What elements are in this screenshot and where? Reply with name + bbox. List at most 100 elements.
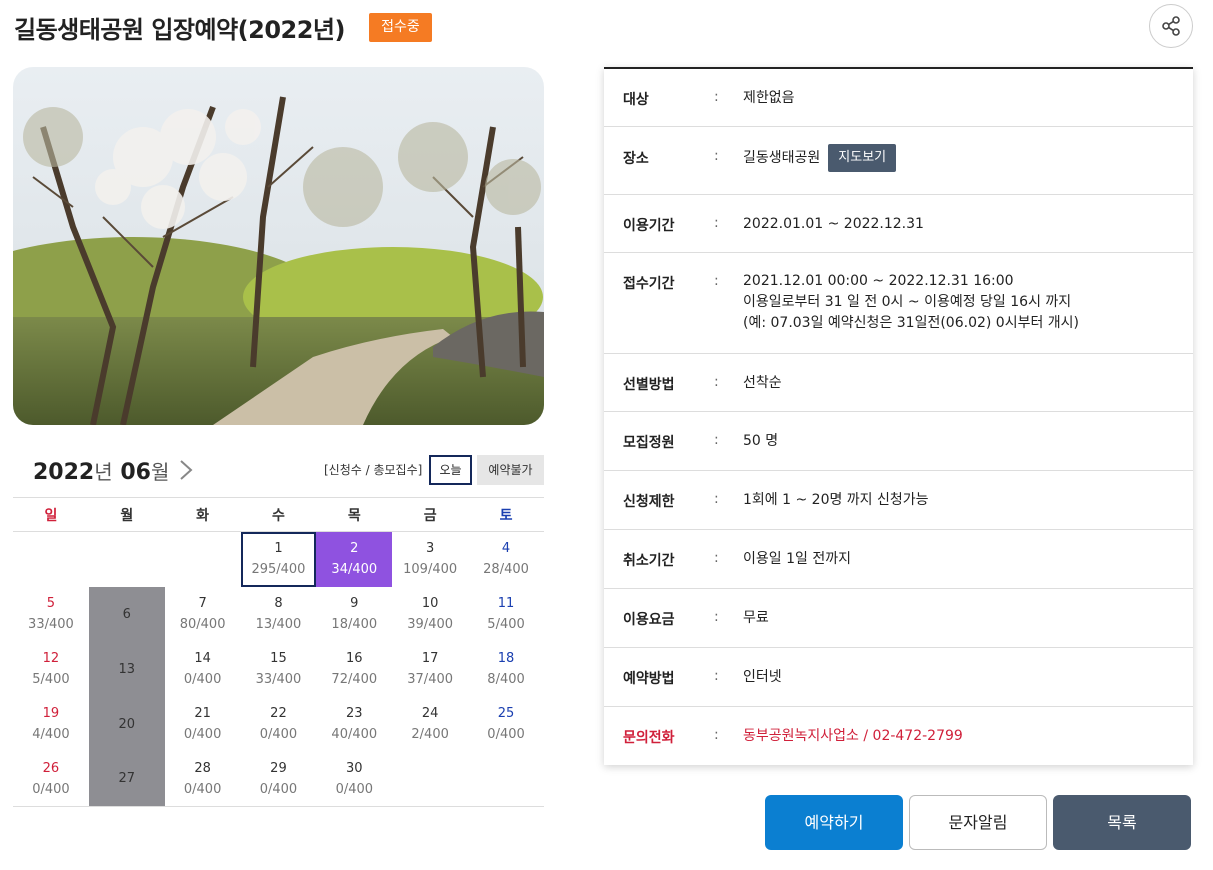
info-colon: : [714, 273, 719, 289]
weekday-header: 금 [392, 497, 469, 532]
calendar-day-cell[interactable]: 7 80/400 [165, 587, 241, 642]
calendar-day-cell[interactable]: 18 8/400 [468, 642, 544, 697]
info-colon: : [714, 609, 719, 625]
weekday-header: 월 [88, 497, 165, 532]
info-panel: 대상: 제한없음 장소: 길동생태공원 지도보기 이용기간: 2022.01.01 ~ 20… [604, 67, 1193, 765]
calendar-day-cell[interactable]: 26 0/400 [13, 751, 89, 807]
calendar-day-cell[interactable]: 30 0/400 [316, 751, 393, 807]
calendar-day-cell[interactable]: 23 40/400 [316, 697, 392, 752]
day-application-count: 0/400 [183, 781, 222, 797]
info-value: 제한없음 [743, 90, 795, 106]
sms-alert-button[interactable]: 문자알림 [909, 795, 1047, 850]
calendar-day-cell: 20 [88, 696, 165, 752]
info-label: 선별방법 [623, 377, 675, 393]
info-value: 길동생태공원 지도보기 [743, 144, 897, 172]
calendar-week-row: 26 0/400 27 28 0/400 29 0/400 30 0/400 [13, 751, 544, 807]
calendar-day-cell[interactable]: 16 72/400 [316, 642, 392, 697]
share-button[interactable] [1149, 4, 1193, 48]
day-application-count: 0/400 [487, 727, 525, 742]
info-value: 2022.01.01 ~ 2022.12.31 [743, 216, 924, 232]
day-number: 28 [194, 760, 211, 776]
calendar-week-row: 5 33/400 6 7 80/400 8 13/400 9 18/400 10 39/400 11 5… [13, 586, 544, 642]
day-number: 5 [46, 596, 56, 611]
calendar-day-cell[interactable]: 9 18/400 [316, 587, 392, 642]
calendar-week-row: 19 4/400 20 21 0/400 22 0/400 23 40/400 24 2/400 25… [13, 696, 544, 752]
calendar-day-cell[interactable]: 24 2/400 [392, 697, 468, 752]
day-number: 8 [274, 596, 283, 611]
info-value: 50 명 [743, 433, 779, 449]
info-value-line: 이용일로부터 31 일 전 0시 ~ 이용예정 당일 16시 까지 [743, 294, 1072, 310]
info-colon: : [714, 668, 719, 684]
day-application-count: 4/400 [32, 727, 70, 742]
info-row: 모집정원: 50 명 [604, 412, 1193, 471]
calendar-day-cell[interactable]: 25 0/400 [468, 697, 544, 752]
weekday-header: 토 [468, 497, 544, 532]
calendar-day-cell[interactable]: 3 109/400 [392, 532, 468, 587]
calendar-day-cell[interactable]: 12 5/400 [13, 642, 89, 697]
day-application-count: 33/400 [255, 672, 302, 687]
day-number: 22 [270, 706, 287, 721]
day-application-count: 33/400 [28, 617, 74, 632]
calendar-day-cell[interactable]: 11 5/400 [468, 587, 544, 642]
info-colon: : [714, 727, 719, 743]
calendar-empty-cell [13, 532, 89, 587]
weekday-header: 화 [164, 497, 241, 532]
day-application-count: 295/400 [251, 562, 306, 578]
info-row: 장소: 길동생태공원 지도보기 [604, 127, 1193, 195]
calendar-day-cell[interactable]: 4 28/400 [468, 532, 544, 587]
calendar-week-row: 12 5/400 13 14 0/400 15 33/400 16 72/400 17 37/400… [13, 641, 544, 697]
day-number: 24 [421, 706, 439, 721]
info-colon: : [714, 374, 719, 390]
calendar-day-cell[interactable]: 14 0/400 [165, 642, 241, 697]
info-colon: : [714, 432, 719, 448]
info-value: 인터넷 [743, 669, 782, 685]
calendar-day-cell[interactable]: 1 295/400 [240, 531, 317, 587]
page-title: 길동생태공원 입장예약(2022년) [14, 16, 345, 44]
info-colon: : [714, 491, 719, 507]
day-number: 11 [497, 596, 515, 611]
info-value: 2021.12.01 00:00 ~ 2022.12.31 16:00 이용일로부… [743, 271, 1079, 334]
day-number: 17 [421, 651, 439, 666]
day-application-count: 0/400 [259, 781, 298, 797]
calendar-day-cell[interactable]: 28 0/400 [164, 751, 241, 807]
info-label: 접수기간 [623, 276, 675, 292]
info-label: 취소기간 [623, 553, 675, 569]
calendar-day-cell[interactable]: 8 13/400 [241, 587, 317, 642]
info-value-line: 2021.12.01 00:00 ~ 2022.12.31 16:00 [743, 273, 1014, 289]
weekday-header: 일 [13, 497, 89, 532]
calendar-day-cell[interactable]: 29 0/400 [240, 751, 317, 807]
calendar-day-cell[interactable]: 22 0/400 [241, 697, 317, 752]
day-number: 12 [42, 651, 60, 666]
list-button[interactable]: 목록 [1053, 795, 1191, 850]
info-value: 1회에 1 ~ 20명 까지 신청가능 [743, 492, 929, 508]
day-number: 26 [42, 760, 60, 776]
info-label: 장소 [623, 151, 649, 167]
calendar-legend: [신청수 / 총모집수] [324, 463, 423, 477]
calendar-day-cell[interactable]: 17 37/400 [392, 642, 468, 697]
day-number: 3 [426, 541, 435, 557]
info-row: 문의전화: 동부공원녹지사업소 / 02-472-2799 [604, 707, 1193, 765]
weekday-header: 목 [316, 497, 393, 532]
info-row: 이용요금: 무료 [604, 589, 1193, 648]
day-number: 4 [501, 541, 511, 557]
info-row: 예약방법: 인터넷 [604, 648, 1193, 707]
calendar-day-cell[interactable]: 21 0/400 [165, 697, 241, 752]
map-view-button[interactable]: 지도보기 [828, 144, 897, 172]
calendar-day-cell: 27 [88, 751, 165, 807]
calendar-empty-cell [89, 532, 165, 587]
chevron-right-icon[interactable] [176, 458, 196, 482]
calendar-day-cell[interactable]: 19 4/400 [13, 697, 89, 752]
info-label: 모집정원 [623, 435, 675, 451]
calendar-day-cell[interactable]: 10 39/400 [392, 587, 468, 642]
reserve-button[interactable]: 예약하기 [765, 795, 903, 850]
reservation-page: 길동생태공원 입장예약(2022년) 접수중 2022년 06월 [신청수 / … [0, 0, 1213, 870]
contact-phone[interactable]: 동부공원녹지사업소 / 02-472-2799 [743, 726, 963, 747]
calendar-day-cell[interactable]: 2 34/400 [316, 531, 393, 587]
calendar-day-cell[interactable]: 5 33/400 [13, 587, 89, 642]
info-label: 신청제한 [623, 494, 675, 510]
day-application-count: 37/400 [407, 672, 454, 687]
info-label: 예약방법 [623, 671, 675, 687]
day-application-count: 0/400 [32, 781, 70, 797]
calendar-day-cell[interactable]: 15 33/400 [241, 642, 317, 697]
day-application-count: 8/400 [487, 672, 525, 687]
